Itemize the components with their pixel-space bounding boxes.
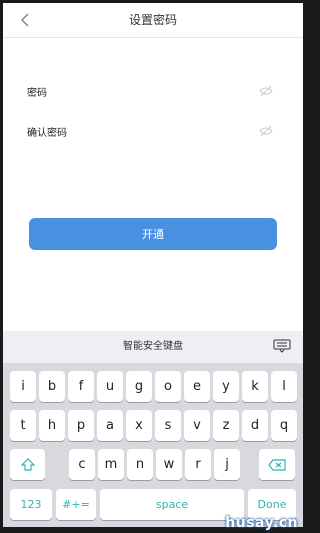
key-m[interactable]: m — [98, 449, 124, 480]
key-y[interactable]: y — [213, 371, 239, 402]
key-h[interactable]: h — [39, 410, 65, 441]
key-g[interactable]: g — [126, 371, 152, 402]
eye-hidden-icon[interactable] — [259, 125, 273, 137]
numeric-key[interactable]: 123 — [10, 489, 52, 520]
backspace-icon — [268, 458, 286, 471]
key-w[interactable]: w — [156, 449, 182, 480]
key-q[interactable]: q — [271, 410, 297, 441]
shift-key[interactable] — [10, 449, 45, 480]
keyboard-toolbar: 智能安全键盘 — [3, 331, 303, 363]
confirm-password-row: 确认密码 — [27, 120, 273, 144]
navigation-bar: 设置密码 — [3, 3, 303, 38]
shift-icon — [20, 457, 35, 471]
confirm-password-label: 确认密码 — [27, 127, 67, 139]
eye-hidden-icon[interactable] — [259, 85, 273, 97]
key-x[interactable]: x — [126, 410, 152, 441]
key-j[interactable]: j — [214, 449, 240, 480]
key-e[interactable]: e — [184, 371, 210, 402]
key-r[interactable]: r — [185, 449, 211, 480]
key-z[interactable]: z — [213, 410, 239, 441]
keyboard-title: 智能安全键盘 — [123, 341, 183, 352]
page-title: 设置密码 — [128, 13, 177, 27]
key-f[interactable]: f — [68, 371, 94, 402]
key-v[interactable]: v — [184, 410, 210, 441]
watermark: husay.cn — [225, 515, 298, 531]
key-b[interactable]: b — [39, 371, 65, 402]
screen: 设置密码 密码 确认密码 开通 智能安全键盘 123 #+= space Don… — [3, 3, 303, 527]
key-n[interactable]: n — [127, 449, 153, 480]
key-c[interactable]: c — [69, 449, 95, 480]
key-i[interactable]: i — [10, 371, 36, 402]
space-key[interactable]: space — [100, 489, 244, 520]
key-t[interactable]: t — [10, 410, 36, 441]
security-keyboard: 智能安全键盘 123 #+= space Done i b f u g o e … — [3, 331, 303, 527]
keyboard-hide-icon[interactable] — [273, 339, 291, 353]
key-a[interactable]: a — [97, 410, 123, 441]
symbol-key[interactable]: #+= — [56, 489, 96, 520]
key-o[interactable]: o — [155, 371, 181, 402]
password-label: 密码 — [27, 87, 47, 99]
key-p[interactable]: p — [68, 410, 94, 441]
password-row: 密码 — [27, 80, 273, 104]
confirm-password-input[interactable] — [77, 120, 253, 144]
key-d[interactable]: d — [242, 410, 268, 441]
password-input[interactable] — [77, 80, 253, 104]
key-s[interactable]: s — [155, 410, 181, 441]
key-l[interactable]: l — [271, 371, 297, 402]
key-u[interactable]: u — [97, 371, 123, 402]
key-k[interactable]: k — [242, 371, 268, 402]
backspace-key[interactable] — [259, 449, 295, 480]
submit-button[interactable]: 开通 — [29, 218, 277, 250]
